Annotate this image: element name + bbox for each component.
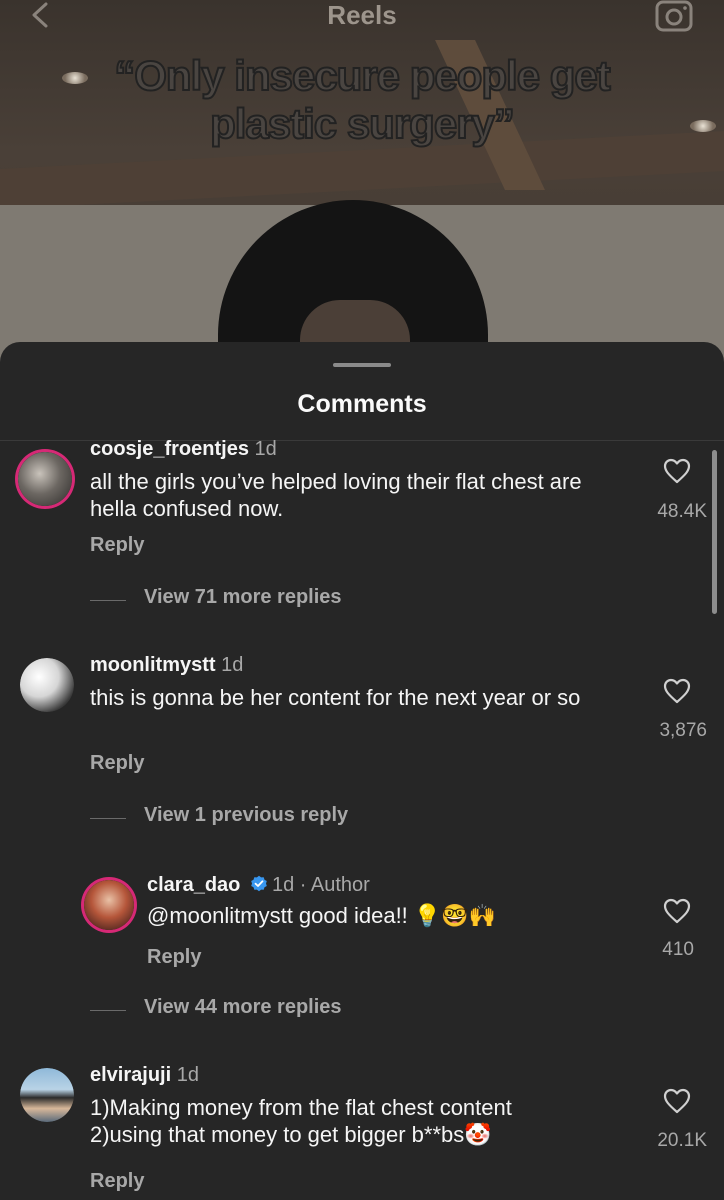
thread-line <box>90 600 126 601</box>
view-replies-button[interactable]: View 71 more replies <box>144 586 342 609</box>
thread-line <box>90 818 126 819</box>
view-replies-button[interactable]: View 1 previous reply <box>144 804 348 827</box>
like-count: 410 <box>662 939 694 960</box>
comment-text: all the girls you’ve helped loving their… <box>90 469 582 521</box>
heart-icon[interactable] <box>663 1088 691 1114</box>
reply-button[interactable]: Reply <box>90 1170 144 1193</box>
comment-text: @moonlitmystt good idea!! 💡🤓🙌 <box>147 903 497 928</box>
author-badge: Author <box>310 874 370 896</box>
comment-time: 1d <box>176 1064 199 1086</box>
reply-button[interactable]: Reply <box>90 534 144 557</box>
ceiling-light <box>690 120 716 132</box>
video-caption: “Only insecure people get plastic surger… <box>113 51 611 148</box>
comment-time: 1d <box>254 438 277 460</box>
comments-sheet: Comments coosje_froentjes 1d all the gir… <box>0 342 724 1200</box>
comment-username[interactable]: clara_dao 1d · Author <box>147 874 370 897</box>
thread-line <box>90 1010 126 1011</box>
heart-icon[interactable] <box>663 458 691 484</box>
view-replies-button[interactable]: View 44 more replies <box>144 996 342 1019</box>
reply-button[interactable]: Reply <box>90 752 144 775</box>
page-title: Reels <box>327 0 397 30</box>
drag-handle[interactable] <box>333 363 391 367</box>
separator-dot: · <box>294 874 311 896</box>
comment-time: 1d <box>221 654 244 676</box>
comment-time: 1d <box>271 874 295 896</box>
like-count: 3,876 <box>659 720 707 741</box>
like-count: 20.1K <box>657 1130 707 1151</box>
comment-username[interactable]: elvirajuji 1d <box>90 1064 199 1087</box>
avatar[interactable] <box>20 658 74 712</box>
comment-text: 1)Making money from the flat chest conte… <box>90 1095 512 1147</box>
avatar[interactable] <box>18 452 72 506</box>
scrollbar[interactable] <box>712 450 717 614</box>
like-count: 48.4K <box>657 501 707 522</box>
heart-icon[interactable] <box>663 678 691 704</box>
avatar[interactable] <box>84 880 134 930</box>
avatar[interactable] <box>20 1068 74 1122</box>
comment-username[interactable]: coosje_froentjes 1d <box>90 438 277 461</box>
reply-button[interactable]: Reply <box>147 946 201 969</box>
camera-icon[interactable] <box>654 0 694 32</box>
comments-title: Comments <box>297 390 427 418</box>
heart-icon[interactable] <box>663 898 691 924</box>
comment-username[interactable]: moonlitmystt 1d <box>90 654 243 677</box>
comment-text: this is gonna be her content for the nex… <box>90 685 581 710</box>
verified-badge-icon <box>251 875 267 892</box>
